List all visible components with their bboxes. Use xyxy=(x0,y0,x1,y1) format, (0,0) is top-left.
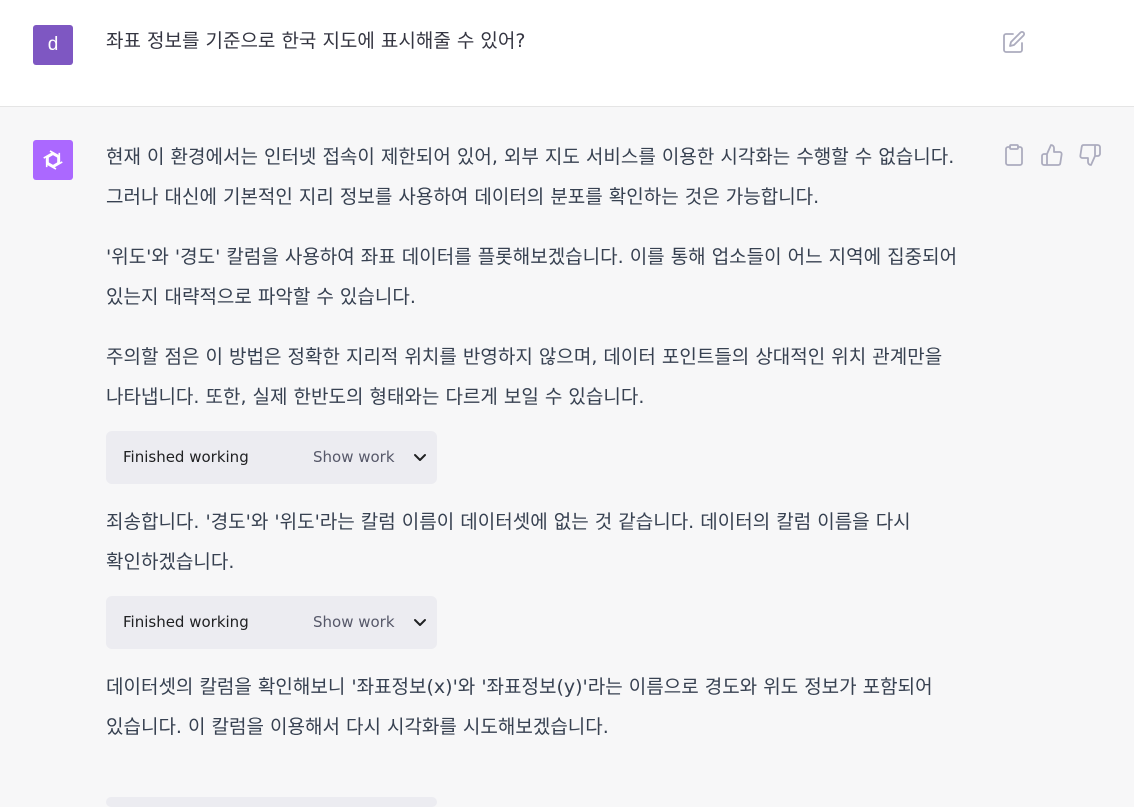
assistant-message-row: 현재 이 환경에서는 인터넷 접속이 제한되어 있어, 외부 지도 서비스를 이… xyxy=(0,107,1134,800)
chevron-down-icon xyxy=(413,454,426,461)
user-message-row: d 좌표 정보를 기준으로 한국 지도에 표시해줄 수 있어? xyxy=(0,0,1134,107)
work-status-label: Finished working xyxy=(123,613,249,631)
clipboard-icon[interactable] xyxy=(1002,143,1026,167)
show-work-label: Show work xyxy=(313,613,395,631)
thumbs-down-icon[interactable] xyxy=(1078,143,1102,167)
message-actions xyxy=(1002,143,1102,167)
finished-working-block: Finished working Show work xyxy=(106,431,437,484)
assistant-paragraph: 데이터셋의 칼럼을 확인해보니 '좌표정보(x)'와 '좌표정보(y)'라는 이… xyxy=(106,676,933,738)
assistant-paragraph: 현재 이 환경에서는 인터넷 접속이 제한되어 있어, 외부 지도 서비스를 이… xyxy=(106,146,955,208)
assistant-paragraph: 죄송합니다. '경도'와 '위도'라는 칼럼 이름이 데이터셋에 없는 것 같습… xyxy=(106,511,911,573)
assistant-paragraph: '위도'와 '경도' 칼럼을 사용하여 좌표 데이터를 플롯해보겠습니다. 이를… xyxy=(106,246,958,308)
finished-working-block: Finished working Show work xyxy=(106,596,437,649)
user-avatar: d xyxy=(33,25,73,65)
show-work-button[interactable]: Show work xyxy=(309,606,432,638)
show-work-button[interactable]: Show work xyxy=(309,441,432,473)
work-status-label: Finished working xyxy=(123,448,249,466)
chevron-down-icon xyxy=(413,619,426,626)
assistant-paragraph: 주의할 점은 이 방법은 정확한 지리적 위치를 반영하지 않으며, 데이터 포… xyxy=(106,346,943,408)
user-message-text: 좌표 정보를 기준으로 한국 지도에 표시해줄 수 있어? xyxy=(106,30,526,52)
assistant-message-content: 현재 이 환경에서는 인터넷 접속이 제한되어 있어, 외부 지도 서비스를 이… xyxy=(106,137,990,767)
thumbs-up-icon[interactable] xyxy=(1040,143,1064,167)
assistant-avatar xyxy=(33,140,73,180)
finished-working-block-partial xyxy=(106,797,437,807)
openai-logo-icon xyxy=(43,150,63,170)
show-work-label: Show work xyxy=(313,448,395,466)
edit-icon[interactable] xyxy=(1002,30,1026,54)
